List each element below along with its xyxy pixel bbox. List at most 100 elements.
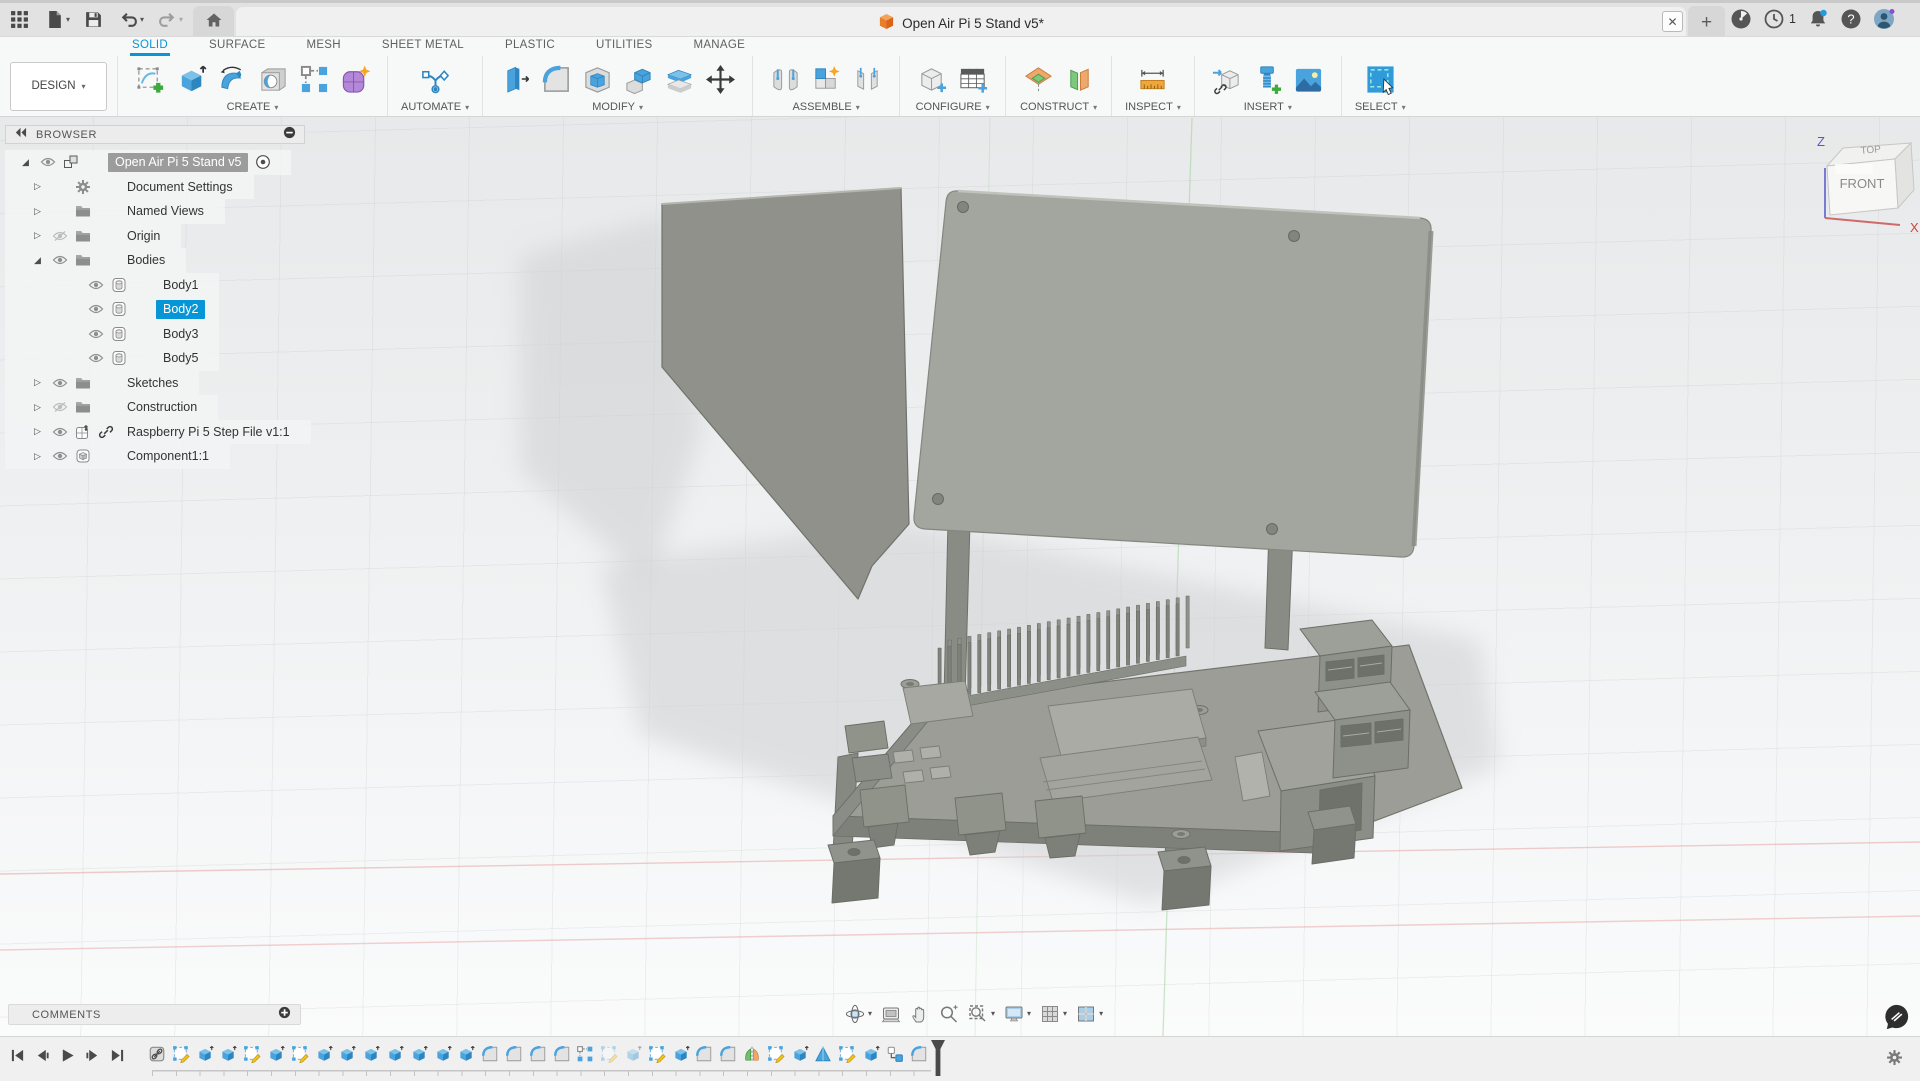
measure-icon[interactable] bbox=[1137, 64, 1168, 95]
ribbon-tab[interactable]: MESH bbox=[304, 37, 342, 56]
timeline-feature[interactable] bbox=[385, 1044, 405, 1064]
timeline-feature[interactable] bbox=[790, 1044, 810, 1064]
eye-on-icon[interactable] bbox=[51, 423, 68, 440]
tool-button[interactable] bbox=[701, 60, 739, 98]
tool-button[interactable] bbox=[416, 60, 454, 98]
eye-on-icon[interactable] bbox=[87, 350, 104, 367]
joint-icon[interactable] bbox=[770, 64, 801, 95]
ribbon-tab[interactable]: PLASTIC bbox=[503, 37, 557, 56]
tree-row-label[interactable]: Construction bbox=[120, 398, 204, 417]
skip-end-icon[interactable] bbox=[110, 1048, 125, 1063]
tree-row[interactable]: Body1 bbox=[5, 273, 219, 298]
group-label-select[interactable]: SELECT▾ bbox=[1355, 101, 1406, 113]
nav-button[interactable]: ▾ bbox=[1076, 1004, 1103, 1024]
timeline-feature[interactable] bbox=[742, 1044, 762, 1064]
revolve-icon[interactable] bbox=[217, 64, 248, 95]
ribbon-tab[interactable]: UTILITIES bbox=[594, 37, 654, 56]
tool-button[interactable] bbox=[1290, 60, 1328, 98]
timeline-feature[interactable] bbox=[409, 1044, 429, 1064]
extrude-icon[interactable] bbox=[791, 1045, 809, 1063]
sketch-icon[interactable] bbox=[243, 1045, 261, 1063]
move-copy-icon[interactable] bbox=[886, 1045, 904, 1063]
avatar[interactable] bbox=[1873, 8, 1895, 30]
eye-on-icon[interactable] bbox=[87, 301, 104, 318]
insert-icon[interactable] bbox=[148, 1045, 166, 1063]
orbit-icon[interactable] bbox=[845, 1004, 865, 1024]
pattern-icon[interactable] bbox=[576, 1045, 594, 1063]
ribbon-tab[interactable]: SURFACE bbox=[207, 37, 267, 56]
collapse-browser-icon[interactable] bbox=[14, 126, 27, 144]
extensions-icon[interactable] bbox=[1730, 8, 1752, 30]
group-label-assemble[interactable]: ASSEMBLE▾ bbox=[792, 101, 859, 113]
fit-icon[interactable] bbox=[968, 1004, 988, 1024]
expand-toggle[interactable] bbox=[19, 157, 32, 168]
dropdown-caret[interactable]: ▾ bbox=[868, 1009, 872, 1018]
app-grid-icon[interactable] bbox=[10, 10, 29, 29]
shell-icon[interactable] bbox=[582, 64, 613, 95]
timeline-feature[interactable] bbox=[456, 1044, 476, 1064]
extrude-icon[interactable] bbox=[338, 1045, 356, 1063]
timeline-feature[interactable] bbox=[290, 1044, 310, 1064]
extrude-icon[interactable] bbox=[176, 64, 207, 95]
extrude-icon[interactable] bbox=[457, 1045, 475, 1063]
planes-icon[interactable] bbox=[1064, 64, 1095, 95]
tool-button[interactable] bbox=[848, 60, 886, 98]
display-icon[interactable] bbox=[1004, 1004, 1024, 1024]
timeline-feature[interactable] bbox=[861, 1044, 881, 1064]
nav-button[interactable] bbox=[881, 1004, 901, 1024]
extrude-icon[interactable] bbox=[362, 1045, 380, 1063]
nav-button[interactable]: ▾ bbox=[845, 1004, 872, 1024]
job-status-button[interactable]: 1 bbox=[1763, 8, 1796, 30]
browser-toggle-icon[interactable] bbox=[283, 126, 296, 144]
dropdown-caret[interactable]: ▾ bbox=[1063, 1009, 1067, 1018]
group-label-automate[interactable]: AUTOMATE▾ bbox=[401, 101, 469, 113]
comments-bar[interactable]: COMMENTS bbox=[8, 1004, 301, 1025]
timeline-feature[interactable] bbox=[575, 1044, 595, 1064]
expand-toggle[interactable] bbox=[31, 255, 44, 266]
group-label-inspect[interactable]: INSPECT▾ bbox=[1125, 101, 1181, 113]
expand-toggle[interactable] bbox=[31, 206, 44, 217]
nav-button[interactable] bbox=[910, 1004, 930, 1024]
dropdown-caret[interactable]: ▾ bbox=[1099, 1009, 1103, 1018]
form-icon[interactable] bbox=[340, 64, 371, 95]
tree-row-label[interactable]: Named Views bbox=[120, 202, 211, 221]
tree-row-label[interactable]: Body3 bbox=[156, 324, 205, 343]
tool-button[interactable] bbox=[619, 60, 657, 98]
timeline-feature[interactable] bbox=[504, 1044, 524, 1064]
timeline-feature[interactable] bbox=[314, 1044, 334, 1064]
timeline-feature[interactable] bbox=[885, 1044, 905, 1064]
tool-button[interactable] bbox=[213, 60, 251, 98]
automate-icon[interactable] bbox=[420, 64, 451, 95]
timeline-feature[interactable] bbox=[599, 1044, 619, 1064]
timeline-feature[interactable] bbox=[195, 1044, 215, 1064]
quick-icon-button[interactable] bbox=[80, 8, 109, 31]
hole-icon[interactable] bbox=[258, 64, 289, 95]
tree-row[interactable]: Body5 bbox=[5, 346, 219, 371]
tool-button[interactable] bbox=[537, 60, 575, 98]
tool-button[interactable] bbox=[954, 60, 992, 98]
fillet-icon[interactable] bbox=[695, 1045, 713, 1063]
group-label-insert[interactable]: INSERT▾ bbox=[1244, 101, 1292, 113]
fillet-icon[interactable] bbox=[553, 1045, 571, 1063]
tree-row[interactable]: Body3 bbox=[5, 322, 219, 347]
play-icon[interactable] bbox=[60, 1048, 75, 1063]
eye-on-icon[interactable] bbox=[51, 252, 68, 269]
new-document-tab-button[interactable]: + bbox=[1688, 6, 1725, 39]
tool-button[interactable] bbox=[1019, 60, 1057, 98]
tree-row[interactable]: Raspberry Pi 5 Step File v1:1 bbox=[5, 420, 311, 445]
fillet-icon[interactable] bbox=[505, 1045, 523, 1063]
tree-row[interactable]: Sketches bbox=[5, 371, 199, 396]
tool-button[interactable] bbox=[1060, 60, 1098, 98]
eye-on-icon[interactable] bbox=[87, 276, 104, 293]
eye-on-icon[interactable] bbox=[87, 325, 104, 342]
draft-icon[interactable] bbox=[814, 1045, 832, 1063]
new-component-icon[interactable] bbox=[811, 64, 842, 95]
tool-button[interactable] bbox=[496, 60, 534, 98]
tree-row[interactable]: Origin bbox=[5, 224, 181, 249]
timeline-feature[interactable] bbox=[147, 1044, 167, 1064]
expand-toggle[interactable] bbox=[31, 230, 44, 241]
timeline-settings-icon[interactable] bbox=[1886, 1049, 1903, 1071]
zoom-icon[interactable] bbox=[939, 1004, 959, 1024]
group-label-configure[interactable]: CONFIGURE▾ bbox=[916, 101, 990, 113]
eye-on-icon[interactable] bbox=[39, 154, 56, 171]
